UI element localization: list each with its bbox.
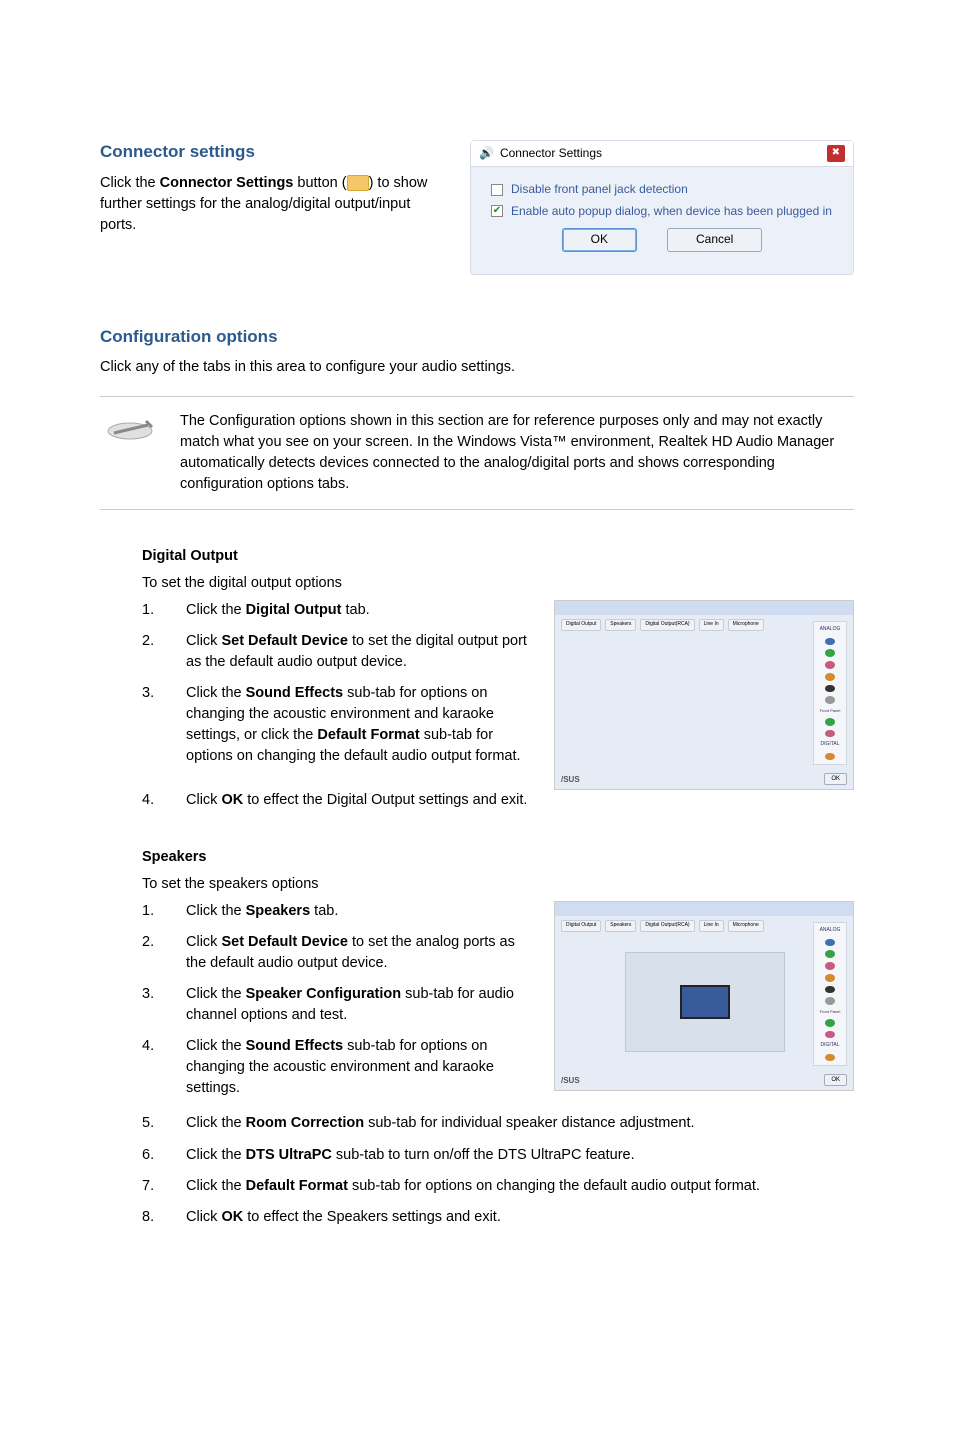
dialog-titlebar: 🔊 Connector Settings ✖ xyxy=(471,141,853,167)
list-item: 4. Click the Sound Effects sub-tab for op… xyxy=(142,1036,534,1099)
digital-output-heading: Digital Output xyxy=(142,546,854,567)
panel-front-label: Front Panel xyxy=(820,1009,841,1015)
list-item: 2. Click Set Default Device to set the an… xyxy=(142,932,534,974)
list-item-number: 2. xyxy=(142,631,162,673)
list-item-number: 7. xyxy=(142,1176,162,1197)
list-item-text: Click the Digital Output tab. xyxy=(186,600,534,621)
panel-analog-label: ANALOG xyxy=(820,626,841,633)
list-item-text: Click the DTS UltraPC sub-tab to turn on… xyxy=(186,1145,854,1166)
list-item: 1. Click the Speakers tab. xyxy=(142,901,534,922)
list-item-text: Click OK to effect the Digital Output se… xyxy=(186,790,854,811)
panel-front-label: Front Panel xyxy=(820,708,841,714)
list-item-text: Click the Sound Effects sub-tab for opti… xyxy=(186,1036,534,1099)
list-item: 5. Click the Room Correction sub-tab for … xyxy=(142,1113,854,1134)
list-item-text: Click the Sound Effects sub-tab for opti… xyxy=(186,683,534,767)
speakers-intro: To set the speakers options xyxy=(142,874,854,895)
list-item: 1. Click the Digital Output tab. xyxy=(142,600,534,621)
note-text: The Configuration options shown in this … xyxy=(180,411,850,495)
cancel-button[interactable]: Cancel xyxy=(667,228,762,251)
list-item-text: Click the Room Correction sub-tab for in… xyxy=(186,1113,854,1134)
configuration-options-heading: Configuration options xyxy=(100,325,854,350)
list-item: 8. Click OK to effect the Speakers settin… xyxy=(142,1207,854,1228)
list-item-number: 6. xyxy=(142,1145,162,1166)
list-item-number: 8. xyxy=(142,1207,162,1228)
thumb-ok-button[interactable]: OK xyxy=(824,1074,847,1087)
checkbox-unchecked-icon[interactable] xyxy=(491,184,503,196)
asus-brand: /SUS xyxy=(561,1075,580,1087)
list-item: 7. Click the Default Format sub-tab for o… xyxy=(142,1176,854,1197)
list-item-number: 5. xyxy=(142,1113,162,1134)
list-item-text: Click OK to effect the Speakers settings… xyxy=(186,1207,854,1228)
list-item: 6. Click the DTS UltraPC sub-tab to turn … xyxy=(142,1145,854,1166)
list-item-text: Click the Speakers tab. xyxy=(186,901,534,922)
panel-digital-label: DIGITAL xyxy=(820,741,839,748)
list-item-text: Click Set Default Device to set the digi… xyxy=(186,631,534,673)
asus-brand: /SUS xyxy=(561,774,580,786)
panel-analog-label: ANALOG xyxy=(820,927,841,934)
ok-button[interactable]: OK xyxy=(562,228,637,251)
list-item-number: 1. xyxy=(142,600,162,621)
text-fragment: Click the xyxy=(100,175,160,191)
list-item: 3. Click the Sound Effects sub-tab for op… xyxy=(142,683,534,767)
list-item: 4. Click OK to effect the Digital Output … xyxy=(142,790,854,811)
digital-intro: To set the digital output options xyxy=(142,573,854,594)
list-item-number: 3. xyxy=(142,683,162,767)
connector-settings-dialog: 🔊 Connector Settings ✖ Disable front pan… xyxy=(470,140,854,275)
list-item: 2. Click Set Default Device to set the di… xyxy=(142,631,534,673)
list-item-number: 1. xyxy=(142,901,162,922)
list-item-text: Click Set Default Device to set the anal… xyxy=(186,932,534,974)
list-item-text: Click the Default Format sub-tab for opt… xyxy=(186,1176,854,1197)
speaker-icon: 🔊 xyxy=(479,145,494,162)
speakers-heading: Speakers xyxy=(142,847,854,868)
list-item-number: 3. xyxy=(142,984,162,1026)
text-fragment: button ( xyxy=(293,175,346,191)
list-item-number: 2. xyxy=(142,932,162,974)
option-enable-auto-popup[interactable]: ✔ Enable auto popup dialog, when device … xyxy=(491,203,833,220)
text-fragment-bold: Connector Settings xyxy=(160,175,294,191)
checkbox-label: Disable front panel jack detection xyxy=(511,181,688,198)
speakers-screenshot: Digital OutputSpeakersDigital Output(RCA… xyxy=(554,901,854,1091)
connector-settings-icon xyxy=(347,175,369,191)
checkbox-checked-icon[interactable]: ✔ xyxy=(491,205,503,217)
panel-digital-label: DIGITAL xyxy=(820,1042,839,1049)
list-item-number: 4. xyxy=(142,790,162,811)
checkbox-label: Enable auto popup dialog, when device ha… xyxy=(511,203,832,220)
option-disable-front-panel[interactable]: Disable front panel jack detection xyxy=(491,181,833,198)
note-icon xyxy=(104,411,156,458)
connector-settings-heading: Connector settings xyxy=(100,140,440,165)
thumb-ok-button[interactable]: OK xyxy=(824,773,847,786)
dialog-title: Connector Settings xyxy=(500,145,602,162)
list-item: 3. Click the Speaker Configuration sub-ta… xyxy=(142,984,534,1026)
list-item-text: Click the Speaker Configuration sub-tab … xyxy=(186,984,534,1026)
close-icon[interactable]: ✖ xyxy=(827,145,845,162)
config-intro: Click any of the tabs in this area to co… xyxy=(100,357,854,378)
connector-settings-text: Click the Connector Settings button () t… xyxy=(100,173,440,236)
list-item-number: 4. xyxy=(142,1036,162,1099)
digital-output-screenshot: Digital OutputSpeakersDigital Output(RCA… xyxy=(554,600,854,790)
